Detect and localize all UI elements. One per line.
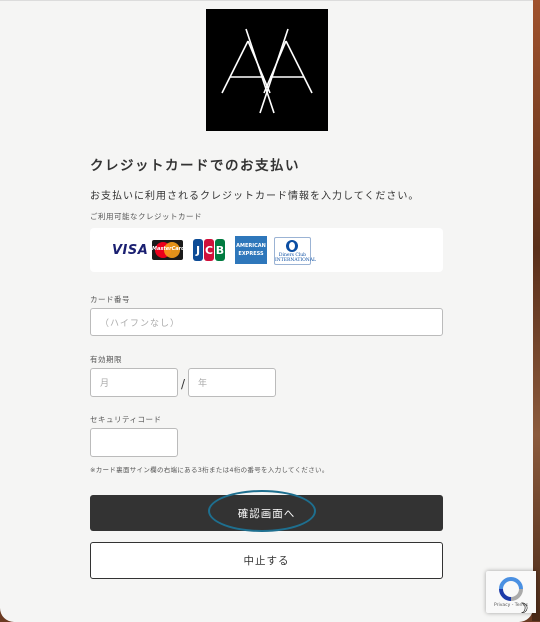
available-cards-label: ご利用可能なクレジットカード (90, 212, 202, 221)
intro-text: お支払いに利用されるクレジットカード情報を入力してください。 (90, 191, 420, 202)
month-placeholder: 月 (100, 379, 111, 389)
expiry-month-input[interactable]: 月 (90, 368, 178, 397)
expiry-year-input[interactable]: 年 (188, 368, 276, 397)
jcb-logo-icon: J C B (193, 239, 225, 261)
security-code-note: ※カード裏面サイン欄の右端にある3桁または4桁の番号を入力してください。 (90, 466, 329, 474)
cancel-button[interactable]: 中止する (90, 542, 443, 579)
expiry-separator: / (181, 377, 186, 391)
amex-logo-icon: AMERICAN EXPRESS (235, 236, 267, 264)
confirm-button-label: 確認画面へ (237, 507, 296, 520)
year-placeholder: 年 (198, 379, 209, 389)
security-code-label: セキュリティコード (90, 415, 162, 424)
corner-icon: ☽ (516, 601, 529, 617)
recaptcha-icon (499, 577, 523, 601)
card-number-placeholder: （ハイフンなし） (100, 318, 181, 329)
expiry-label: 有効期限 (90, 355, 122, 364)
cancel-button-label: 中止する (243, 555, 290, 567)
page-title: クレジットカードでのお支払い (90, 158, 300, 174)
payment-page: クレジットカードでのお支払い お支払いに利用されるクレジットカード情報を入力して… (0, 0, 533, 622)
card-number-input[interactable]: （ハイフンなし） (90, 308, 443, 336)
confirm-button[interactable]: 確認画面へ (90, 495, 443, 531)
brand-logo-icon (206, 9, 328, 131)
card-brands-box: VISA MasterCard J C B AMERICAN EXPRESS D… (90, 228, 443, 272)
mastercard-logo-icon: MasterCard (152, 240, 183, 260)
visa-logo-icon: VISA (112, 243, 149, 258)
card-number-label: カード番号 (90, 295, 130, 304)
diners-club-logo-icon: Diners Club INTERNATIONAL (274, 237, 316, 265)
background-strip (532, 0, 540, 621)
security-code-input[interactable] (90, 428, 178, 457)
